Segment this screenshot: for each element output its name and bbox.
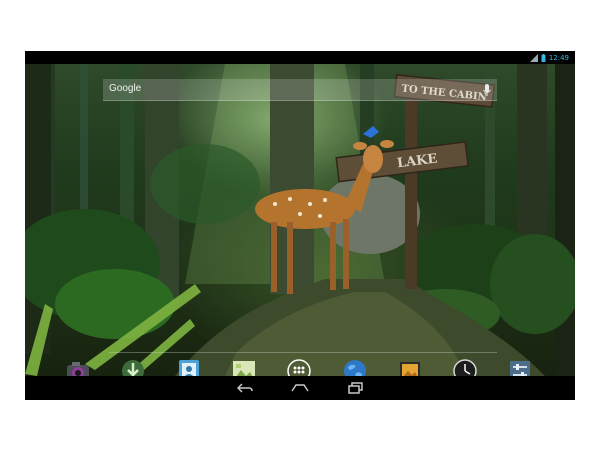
live-wallpaper[interactable]: TO THE CABIN LAKE Google <box>25 64 575 376</box>
hotseat-divider <box>109 352 497 353</box>
status-icons: 12:49 <box>529 52 569 63</box>
browser-icon[interactable] <box>342 358 368 376</box>
all-apps-icon[interactable] <box>286 358 312 376</box>
status-bar: 12:49 <box>25 51 575 64</box>
settings-icon[interactable] <box>507 358 533 376</box>
google-logo: Google <box>109 83 142 94</box>
forest-scene: TO THE CABIN LAKE <box>25 64 575 376</box>
recents-icon[interactable] <box>343 381 369 395</box>
clock-icon[interactable] <box>452 358 478 376</box>
mic-icon[interactable] <box>483 82 491 101</box>
battery-icon <box>541 53 546 62</box>
downloads-icon[interactable] <box>120 358 146 376</box>
hotseat <box>65 358 545 376</box>
back-icon[interactable] <box>232 381 258 395</box>
camera-icon[interactable] <box>65 358 91 376</box>
home-icon[interactable] <box>287 381 313 395</box>
tablet-screen: 12:49 TO THE CABIN LAKE Google <box>25 51 575 400</box>
google-search-bar[interactable]: Google <box>103 79 497 101</box>
contacts-icon[interactable] <box>176 358 202 376</box>
navigation-bar <box>25 376 575 400</box>
photos-icon[interactable] <box>397 358 423 376</box>
signal-icon <box>529 53 538 62</box>
gallery-icon[interactable] <box>231 358 257 376</box>
status-time: 12:49 <box>548 53 569 62</box>
